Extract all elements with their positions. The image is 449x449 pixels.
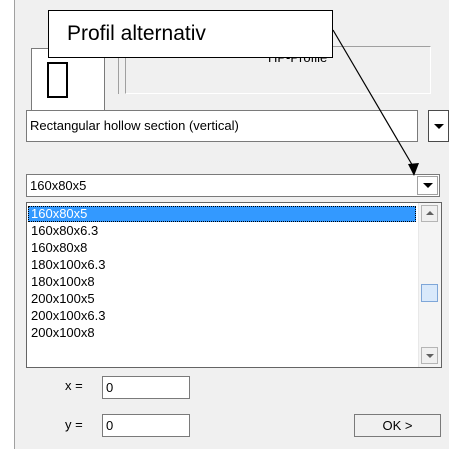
list-item[interactable]: 200x100x6.3 — [28, 308, 416, 324]
y-input[interactable]: 0 — [102, 414, 190, 437]
chevron-down-icon — [423, 183, 433, 188]
scroll-thumb[interactable] — [421, 284, 438, 302]
profile-size-dropdown-button[interactable] — [417, 176, 438, 195]
list-item[interactable]: 160x80x5 — [28, 206, 416, 222]
scroll-down-button[interactable] — [421, 347, 438, 364]
list-item[interactable]: 180x100x8 — [28, 274, 416, 290]
y-value: 0 — [106, 418, 114, 433]
profile-size-value: 160x80x5 — [30, 178, 87, 193]
section-type-dropdown-button[interactable] — [428, 110, 449, 142]
profile-size-dropdown-list[interactable]: 160x80x5 160x80x6.3 160x80x8 180x100x6.3… — [26, 202, 442, 368]
arrow-up-icon — [426, 211, 434, 215]
x-value: 0 — [106, 380, 114, 395]
annotation-callout: Profil alternativ — [48, 10, 333, 58]
section-type-value: Rectangular hollow section (vertical) — [30, 118, 239, 133]
chevron-down-icon — [434, 124, 444, 129]
scroll-up-button[interactable] — [421, 205, 438, 222]
ok-button[interactable]: OK > — [354, 414, 441, 437]
x-label: x = — [65, 378, 83, 393]
section-type-combo[interactable]: Rectangular hollow section (vertical) — [26, 110, 418, 142]
profile-preview — [31, 48, 105, 115]
arrow-down-icon — [426, 354, 434, 358]
profile-size-combo[interactable]: 160x80x5 — [26, 174, 440, 197]
list-item[interactable]: 160x80x8 — [28, 240, 416, 256]
list-item[interactable]: 180x100x6.3 — [28, 257, 416, 273]
list-item[interactable]: 200x100x5 — [28, 291, 416, 307]
x-input[interactable]: 0 — [102, 376, 190, 399]
list-item[interactable]: 200x100x8 — [28, 325, 416, 341]
dropdown-scrollbar[interactable] — [418, 203, 441, 367]
y-label: y = — [65, 417, 83, 432]
list-item[interactable]: 160x80x6.3 — [28, 223, 416, 239]
rectangle-profile-icon — [47, 62, 68, 98]
panel-divider — [14, 0, 15, 449]
